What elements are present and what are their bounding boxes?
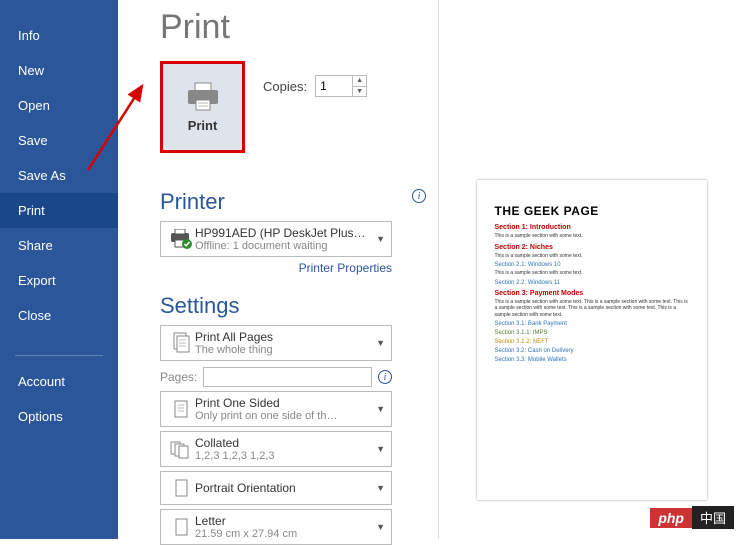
printer-status-icon xyxy=(169,229,193,249)
copies-spinner[interactable]: ▲ ▼ xyxy=(315,75,367,97)
printer-info-icon[interactable]: i xyxy=(412,189,426,203)
watermark-php: php xyxy=(650,508,692,528)
preview-pane: THE GEEK PAGE Section 1: Introduction Th… xyxy=(438,0,744,539)
sidebar-item-new[interactable]: New xyxy=(0,53,118,88)
preview-subsection: Section 3.2: Cash on Delivery xyxy=(495,348,689,354)
preview-subsection: Section 2.1: Windows 10 xyxy=(495,262,689,268)
printer-icon xyxy=(185,82,221,112)
sidebar-divider xyxy=(15,355,103,356)
preview-body: This is a sample section with some text.… xyxy=(495,299,689,319)
watermark-cn: 中国 xyxy=(692,506,734,529)
printer-name: HP991AED (HP DeskJet Plus… xyxy=(195,226,372,240)
settings-section-title: Settings xyxy=(160,293,426,319)
sidebar-item-close[interactable]: Close xyxy=(0,298,118,333)
copies-up[interactable]: ▲ xyxy=(353,76,366,87)
orientation-dropdown[interactable]: Portrait Orientation ▼ xyxy=(160,471,392,505)
page-preview: THE GEEK PAGE Section 1: Introduction Th… xyxy=(477,180,707,500)
sidebar-item-save-as[interactable]: Save As xyxy=(0,158,118,193)
printer-section-title: Printer xyxy=(160,189,225,215)
print-range-line2: The whole thing xyxy=(195,344,372,356)
paper-line2: 21.59 cm x 27.94 cm xyxy=(195,528,372,540)
preview-title: THE GEEK PAGE xyxy=(495,204,689,218)
preview-subsection: Section 3.1: Bank Payment xyxy=(495,321,689,327)
collation-line1: Collated xyxy=(195,436,372,450)
sidebar: Info New Open Save Save As Print Share E… xyxy=(0,0,118,539)
sidebar-item-info[interactable]: Info xyxy=(0,18,118,53)
copies-down[interactable]: ▼ xyxy=(353,87,366,97)
preview-body: This is a sample section with some text. xyxy=(495,270,689,277)
paper-dropdown[interactable]: Letter 21.59 cm x 27.94 cm ▼ xyxy=(160,509,392,545)
copies-label: Copies: xyxy=(263,79,307,94)
collated-icon xyxy=(169,438,193,460)
sidebar-item-options[interactable]: Options xyxy=(0,399,118,434)
sidebar-item-export[interactable]: Export xyxy=(0,263,118,298)
pages-icon xyxy=(170,332,192,354)
paper-size-icon xyxy=(171,516,191,538)
sidebar-item-share[interactable]: Share xyxy=(0,228,118,263)
preview-subsection: Section 2.2: Windows 11 xyxy=(495,280,689,286)
pages-label: Pages: xyxy=(160,370,197,384)
one-sided-icon xyxy=(170,398,192,420)
chevron-down-icon: ▼ xyxy=(376,404,385,414)
collation-dropdown[interactable]: Collated 1,2,3 1,2,3 1,2,3 ▼ xyxy=(160,431,392,467)
print-range-dropdown[interactable]: Print All Pages The whole thing ▼ xyxy=(160,325,392,361)
printer-dropdown[interactable]: HP991AED (HP DeskJet Plus… Offline: 1 do… xyxy=(160,221,392,257)
preview-subsection: Section 3.3: Mobile Wallets xyxy=(495,357,689,363)
collation-line2: 1,2,3 1,2,3 1,2,3 xyxy=(195,450,372,462)
copies-input[interactable] xyxy=(316,76,352,96)
sidebar-item-save[interactable]: Save xyxy=(0,123,118,158)
sides-line1: Print One Sided xyxy=(195,396,372,410)
chevron-down-icon: ▼ xyxy=(376,483,385,493)
sides-line2: Only print on one side of th… xyxy=(195,410,372,422)
chevron-down-icon: ▼ xyxy=(376,522,385,532)
preview-body: This is a sample section with some text. xyxy=(495,233,689,240)
preview-subsubsection: Section 3.1.2: NEFT xyxy=(495,339,689,345)
printer-properties-link[interactable]: Printer Properties xyxy=(160,261,392,275)
paper-line1: Letter xyxy=(195,514,372,528)
page-title: Print xyxy=(160,8,426,47)
preview-body: This is a sample section with some text. xyxy=(495,253,689,260)
print-button[interactable]: Print xyxy=(160,61,245,153)
sidebar-item-account[interactable]: Account xyxy=(0,364,118,399)
pages-info-icon[interactable]: i xyxy=(378,370,392,384)
sidebar-item-print[interactable]: Print xyxy=(0,193,118,228)
chevron-down-icon: ▼ xyxy=(376,444,385,454)
portrait-icon xyxy=(171,477,191,499)
preview-subsubsection: Section 3.1.1: IMPS xyxy=(495,330,689,336)
sides-dropdown[interactable]: Print One Sided Only print on one side o… xyxy=(160,391,392,427)
preview-section: Section 1: Introduction xyxy=(495,224,689,231)
print-range-line1: Print All Pages xyxy=(195,330,372,344)
chevron-down-icon: ▼ xyxy=(376,234,385,244)
print-button-label: Print xyxy=(188,118,218,133)
pages-input[interactable] xyxy=(203,367,372,387)
preview-section: Section 2: Niches xyxy=(495,244,689,251)
printer-status: Offline: 1 document waiting xyxy=(195,240,372,252)
sidebar-item-open[interactable]: Open xyxy=(0,88,118,123)
orientation-line1: Portrait Orientation xyxy=(195,481,372,495)
preview-section: Section 3: Payment Modes xyxy=(495,290,689,297)
watermark: php 中国 xyxy=(650,506,734,529)
chevron-down-icon: ▼ xyxy=(376,338,385,348)
